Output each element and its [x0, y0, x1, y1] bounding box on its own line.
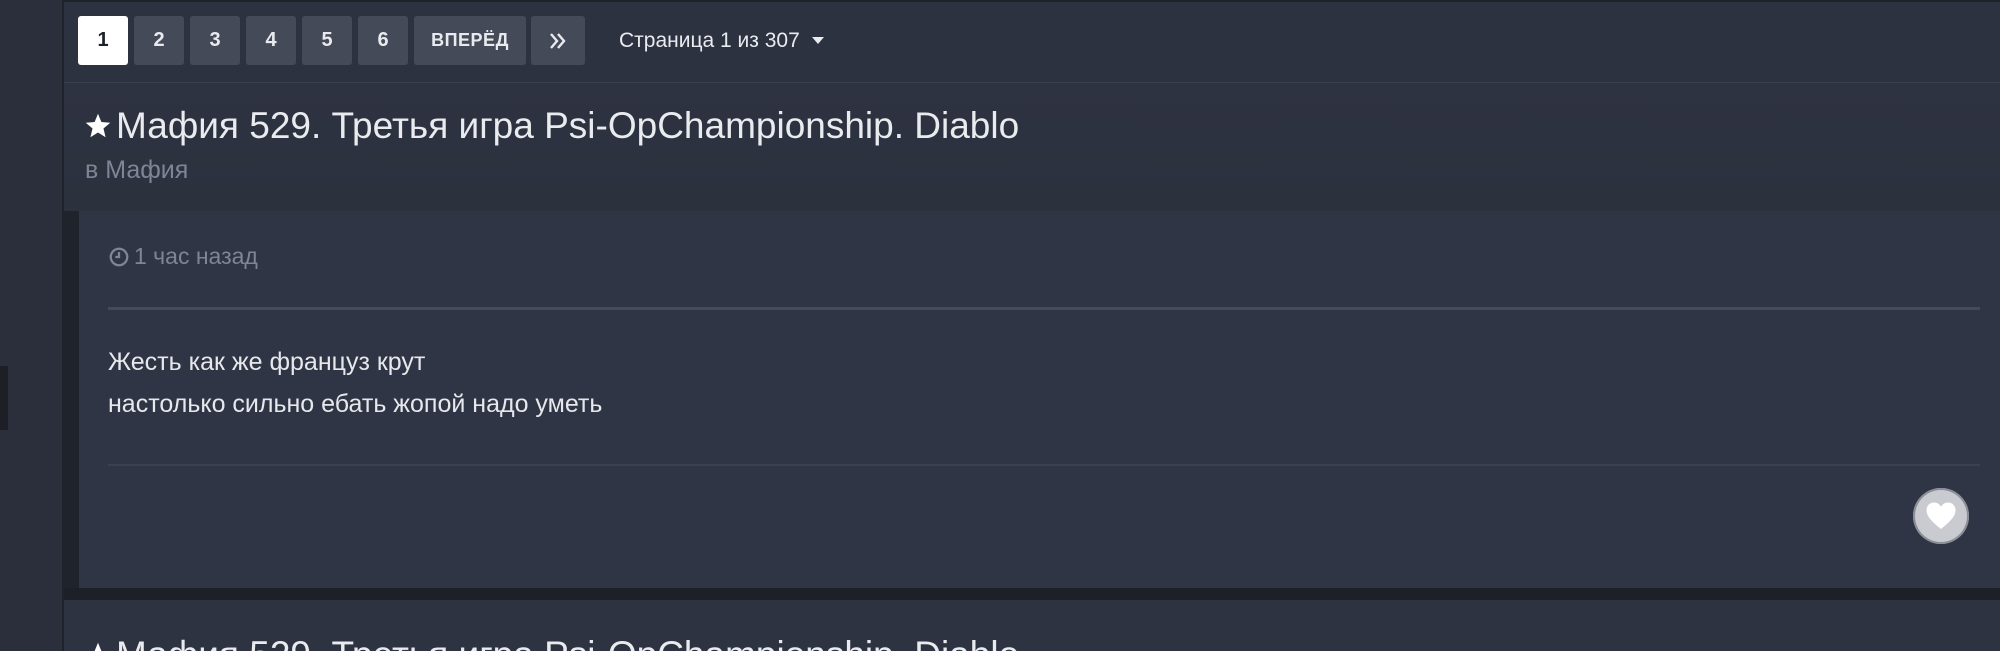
post-timestamp[interactable]: 1 час назад: [134, 243, 258, 270]
pagination-bar: 1 2 3 4 5 6 ВПЕРЁД Страница 1 из 307: [64, 0, 2000, 83]
page-jump-dropdown[interactable]: Страница 1 из 307: [619, 16, 824, 65]
search-result: Мафия 529. Третья игра Psi-OpChampionshi…: [64, 600, 2000, 651]
page-button-3[interactable]: 3: [190, 16, 240, 65]
page-button-5[interactable]: 5: [302, 16, 352, 65]
post-card: 1 час назад Жесть как же француз крут на…: [79, 211, 2000, 588]
post-meta: 1 час назад: [108, 243, 258, 270]
result-divider: [64, 588, 2000, 600]
post-text-line: настолько сильно ебать жопой надо уметь: [108, 390, 603, 418]
result-title-link[interactable]: Мафия 529. Третья игра Psi-OpChampionshi…: [116, 105, 1019, 147]
star-icon: [94, 642, 102, 651]
search-result: Мафия 529. Третья игра Psi-OpChampionshi…: [64, 83, 2000, 600]
clock-icon: [109, 247, 129, 266]
sidebar-collapse-tab[interactable]: [0, 366, 8, 430]
heart-icon: [1926, 502, 1956, 529]
post-footer-separator: [108, 464, 1980, 466]
post-separator: [108, 307, 1980, 310]
caret-down-icon: [811, 37, 824, 44]
next-page-button[interactable]: ВПЕРЁД: [414, 16, 526, 65]
page-button-2[interactable]: 2: [134, 16, 184, 65]
result-title-row: Мафия 529. Третья игра Psi-OpChampionshi…: [84, 105, 1019, 147]
result-title-link[interactable]: Мафия 529. Третья игра Psi-OpChampionshi…: [116, 634, 1019, 651]
page-button-4[interactable]: 4: [246, 16, 296, 65]
double-chevron-right-icon: [550, 32, 566, 49]
star-icon: [85, 113, 111, 138]
page-info-label: Страница 1 из 307: [619, 28, 800, 52]
main-content: 1 2 3 4 5 6 ВПЕРЁД Страница 1 из 307 Маф…: [64, 0, 2000, 651]
post-body: Жесть как же француз крут настолько силь…: [108, 341, 602, 425]
post-container: 1 час назад Жесть как же француз крут на…: [64, 211, 2000, 588]
result-title-row: Мафия 529. Третья игра Psi-OpChampionshi…: [84, 634, 1019, 651]
left-sidebar-strip: [0, 0, 64, 651]
page-button-6[interactable]: 6: [358, 16, 408, 65]
post-text-line: Жесть как же француз крут: [108, 348, 426, 376]
last-page-button[interactable]: [531, 16, 585, 65]
result-category-link[interactable]: в Мафия: [85, 156, 188, 185]
pagination-top-border: [64, 0, 2000, 2]
page-button-1[interactable]: 1: [78, 16, 128, 65]
like-button[interactable]: [1913, 488, 1969, 544]
